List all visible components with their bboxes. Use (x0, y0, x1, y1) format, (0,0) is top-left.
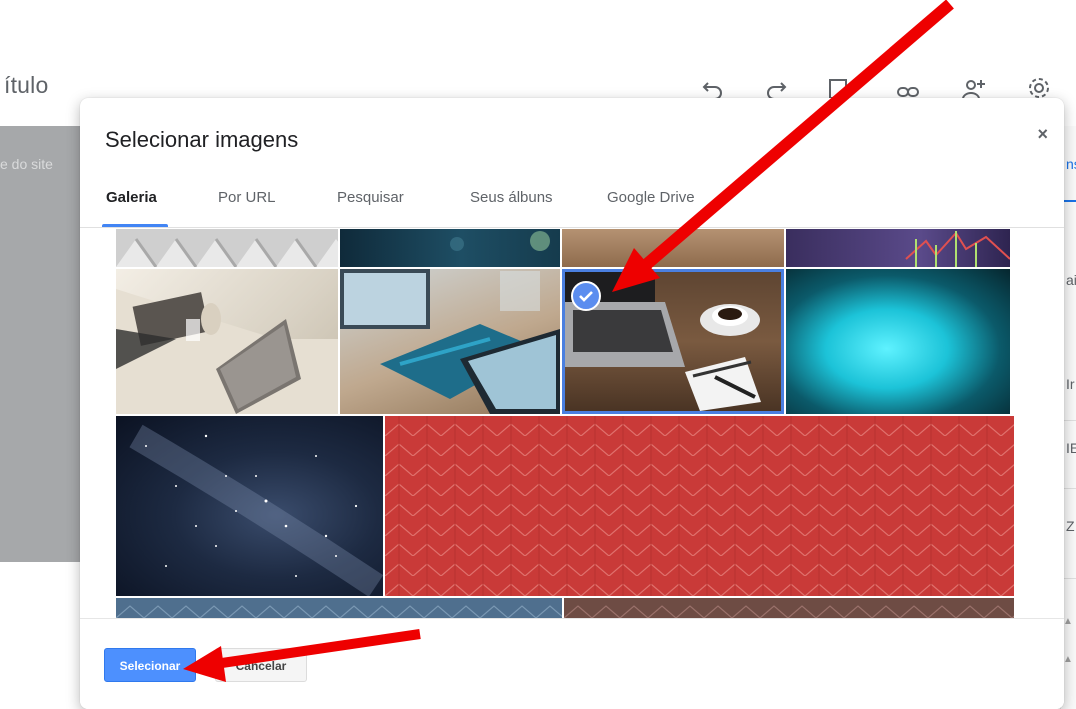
dialog-footer: Selecionar Cancelar (80, 618, 1064, 709)
right-panel-text-3: IE (1066, 440, 1076, 456)
right-panel-tab-text[interactable]: ns (1066, 156, 1076, 172)
cyan-blur-photo[interactable] (786, 269, 1010, 414)
right-panel-text-1: ai (1066, 272, 1076, 288)
right-panel-divider (1062, 578, 1076, 579)
tablet-notebook-photo[interactable] (340, 269, 560, 414)
tab-seus-albuns[interactable]: Seus álbuns (470, 189, 553, 206)
preview-icon[interactable] (826, 74, 852, 100)
brown-chevron-pattern[interactable] (564, 598, 1014, 619)
red-chevron-pattern[interactable] (385, 416, 1014, 596)
selected-check-icon (571, 281, 601, 311)
tab-galeria[interactable]: Galeria (106, 189, 157, 206)
stock-chart-photo[interactable] (786, 229, 1010, 267)
blue-chevron-pattern[interactable] (116, 598, 562, 619)
image-gallery (116, 229, 1014, 619)
geometric-tiles-photo[interactable] (116, 229, 338, 267)
document-title[interactable]: ítulo (4, 72, 48, 99)
right-panel-text-4: Z (1066, 518, 1075, 534)
cancel-button[interactable]: Cancelar (215, 648, 307, 682)
select-button[interactable]: Selecionar (104, 648, 196, 682)
tab-por-url[interactable]: Por URL (218, 189, 276, 206)
right-panel-text-2: Ir (1066, 376, 1075, 392)
site-name-placeholder: e do site (0, 156, 53, 172)
select-images-dialog: Selecionar imagens × Galeria Por URL Pes… (80, 98, 1064, 709)
settings-icon[interactable] (1026, 74, 1052, 100)
tab-bar: Galeria Por URL Pesquisar Seus álbuns Go… (80, 176, 1064, 228)
scroll-up-arrow-icon[interactable]: ▲ (1063, 616, 1073, 627)
wood-desk-photo[interactable] (562, 229, 784, 267)
laptop-coffee-photo[interactable] (562, 269, 784, 414)
right-panel-tab-underline (1062, 200, 1076, 202)
screen: ítulo e do site ns ai Ir IE Z ▲ ▲ Seleci… (0, 0, 1076, 709)
blue-bokeh-photo[interactable] (340, 229, 560, 267)
right-panel-divider (1062, 420, 1076, 421)
office-desk-laptop-photo[interactable] (116, 269, 338, 414)
share-icon[interactable] (960, 74, 986, 100)
tab-pesquisar[interactable]: Pesquisar (337, 189, 404, 206)
right-panel-divider (1062, 488, 1076, 489)
redo-icon[interactable] (763, 74, 789, 100)
milky-way-photo[interactable] (116, 416, 383, 596)
active-tab-indicator (102, 224, 168, 227)
close-icon[interactable]: × (1037, 124, 1048, 145)
dialog-title: Selecionar imagens (105, 127, 299, 152)
undo-icon[interactable] (700, 74, 726, 100)
scroll-up-arrow-icon[interactable]: ▲ (1063, 654, 1073, 665)
tab-google-drive[interactable]: Google Drive (607, 189, 695, 206)
link-icon[interactable] (895, 74, 921, 100)
